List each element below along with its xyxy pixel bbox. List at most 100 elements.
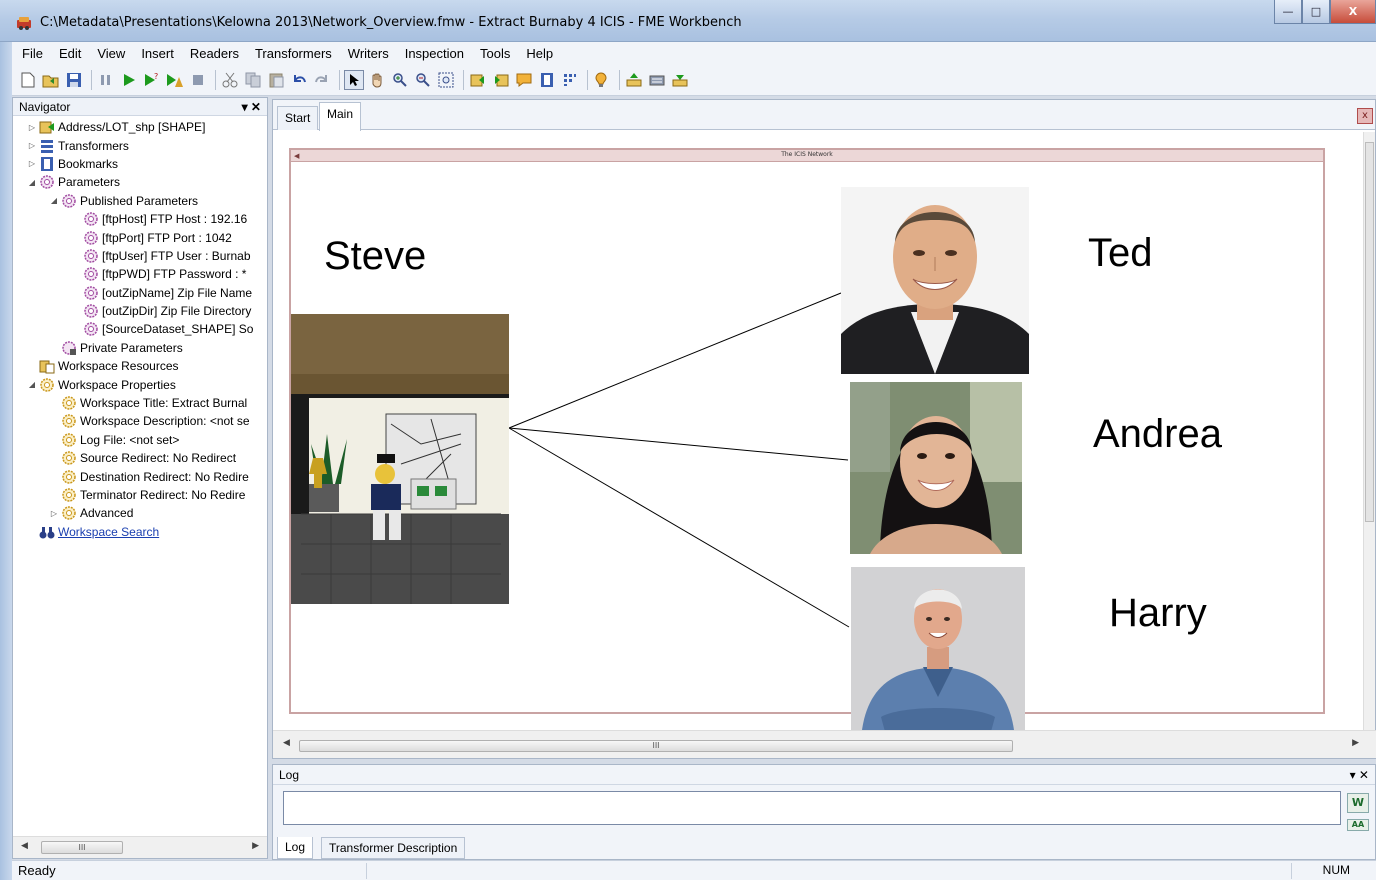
scroll-left-icon[interactable]: ◀ [21,841,28,851]
close-button[interactable]: X [1330,0,1376,24]
menu-insert[interactable]: Insert [141,46,174,61]
expand-toggle-icon[interactable]: ▷ [27,141,37,150]
horizontal-scroll-thumb[interactable]: III [299,740,1013,752]
navigator-horizontal-scrollbar[interactable]: ◀ III ▶ [13,836,267,858]
expand-toggle-icon[interactable]: ◢ [27,380,37,389]
zoom-out-icon[interactable] [413,70,433,90]
navigator-item[interactable]: Workspace Title: Extract Burnal [13,394,267,412]
navigator-item[interactable]: ▷ Bookmarks [13,155,267,173]
zoom-in-icon[interactable] [390,70,410,90]
expand-toggle-icon[interactable]: ◢ [49,196,59,205]
navigator-item[interactable]: ◢ Published Parameters [13,192,267,210]
log-header: Log ▾ ✕ [273,765,1375,785]
navigator-pin-close-button[interactable]: ▾ ✕ [242,100,261,114]
search-tool-icon[interactable] [592,70,612,90]
tab-main[interactable]: Main [319,102,362,131]
navigator-item[interactable]: [outZipName] Zip File Name [13,284,267,302]
open-file-icon[interactable] [41,70,61,90]
navigator-item[interactable]: Workspace Resources [13,357,267,375]
copy-icon[interactable] [243,70,263,90]
expand-toggle-icon[interactable]: ▷ [49,509,59,518]
paste-icon[interactable] [266,70,286,90]
navigator-item[interactable]: [outZipDir] Zip File Directory [13,302,267,320]
pause-icon[interactable] [96,70,116,90]
log-pin-close-button[interactable]: ▾ ✕ [1350,768,1369,782]
bookmark-header[interactable]: ◀ The ICIS Network [291,150,1323,162]
harry-photo[interactable] [851,567,1025,739]
select-pointer-icon[interactable] [344,69,364,90]
navigator-item[interactable]: Destination Redirect: No Redire [13,467,267,485]
minimize-button[interactable]: — [1274,0,1302,24]
tab-transformer-description[interactable]: Transformer Description [321,837,466,859]
canvas-vertical-scrollbar[interactable] [1363,132,1375,730]
cut-icon[interactable] [220,70,240,90]
navigator-item-label: Workspace Resources [58,359,179,374]
menu-readers[interactable]: Readers [190,46,239,61]
gear-icon [83,230,99,246]
scroll-right-icon[interactable]: ▶ [252,841,259,851]
scroll-thumb[interactable]: III [41,841,123,854]
menu-help[interactable]: Help [526,46,553,61]
navigator-item[interactable]: [ftpHost] FTP Host : 192.16 [13,210,267,228]
maximize-button[interactable]: □ [1302,0,1330,24]
expand-toggle-icon[interactable]: ▷ [27,123,37,132]
scroll-right-icon[interactable]: ▶ [1352,738,1359,748]
add-writer-icon[interactable] [491,70,511,90]
menu-transformers[interactable]: Transformers [255,46,332,61]
add-reader-icon[interactable] [468,70,488,90]
menu-view[interactable]: View [97,46,125,61]
steve-photo[interactable] [291,314,509,604]
menu-inspection[interactable]: Inspection [405,46,464,61]
navigator-item-label: [SourceDataset_SHAPE] So [102,322,254,337]
menu-file[interactable]: File [22,46,43,61]
redo-icon[interactable] [312,70,332,90]
toolbar-separator [463,69,464,90]
expand-toggle-icon[interactable]: ▷ [27,159,37,168]
navigator-item[interactable]: ▷ Advanced [13,504,267,522]
annotation-icon[interactable] [514,70,534,90]
canvas-horizontal-scrollbar[interactable]: ◀ III ▶ [273,730,1376,758]
tab-start[interactable]: Start [277,106,319,130]
menu-edit[interactable]: Edit [59,46,81,61]
vertical-scroll-thumb[interactable] [1365,142,1374,522]
navigator-item[interactable]: [ftpUser] FTP User : Burnab [13,247,267,265]
tab-log[interactable]: Log [277,837,314,859]
run-icon[interactable] [119,70,139,90]
navigator-item[interactable]: Source Redirect: No Redirect [13,449,267,467]
save-icon[interactable] [64,70,84,90]
navigator-item[interactable]: Terminator Redirect: No Redire [13,486,267,504]
navigator-item[interactable]: ◢ Parameters [13,173,267,191]
expand-toggle-icon[interactable]: ◢ [27,178,37,187]
navigator-item[interactable]: ◢ Workspace Properties [13,375,267,393]
navigator-item[interactable]: Log File: <not set> [13,431,267,449]
navigator-item[interactable]: ▷ Transformers [13,136,267,154]
run-with-prompt-icon[interactable]: ? [142,70,162,90]
ted-photo[interactable] [841,187,1029,374]
navigator-item[interactable]: Private Parameters [13,339,267,357]
zoom-extents-icon[interactable] [436,70,456,90]
andrea-photo[interactable] [850,382,1022,554]
publish-icon[interactable] [624,70,644,90]
navigator-item[interactable]: [SourceDataset_SHAPE] So [13,320,267,338]
scroll-left-icon[interactable]: ◀ [283,738,290,748]
navigator-item[interactable]: Workspace Description: <not se [13,412,267,430]
close-tab-icon[interactable]: x [1357,108,1373,124]
navigator-item[interactable]: Workspace Search [13,523,267,541]
tile-icon[interactable] [560,70,580,90]
run-partial-icon[interactable] [165,70,185,90]
pan-hand-icon[interactable] [367,70,387,90]
bookmark-icon[interactable] [537,70,557,90]
navigator-item[interactable]: ▷ Address/LOT_shp [SHAPE] [13,118,267,136]
navigator-item[interactable]: [ftpPWD] FTP Password : * [13,265,267,283]
menu-writers[interactable]: Writers [348,46,389,61]
log-output[interactable] [283,791,1341,825]
stop-icon[interactable] [188,70,208,90]
download-icon[interactable] [670,70,690,90]
workbench-log-icon[interactable]: W [1347,793,1369,813]
server-icon[interactable] [647,70,667,90]
navigator-item[interactable]: [ftpPort] FTP Port : 1042 [13,228,267,246]
menu-tools[interactable]: Tools [480,46,510,61]
find-log-icon[interactable]: AA [1347,819,1369,831]
undo-icon[interactable] [289,70,309,90]
new-file-icon[interactable] [18,70,38,90]
